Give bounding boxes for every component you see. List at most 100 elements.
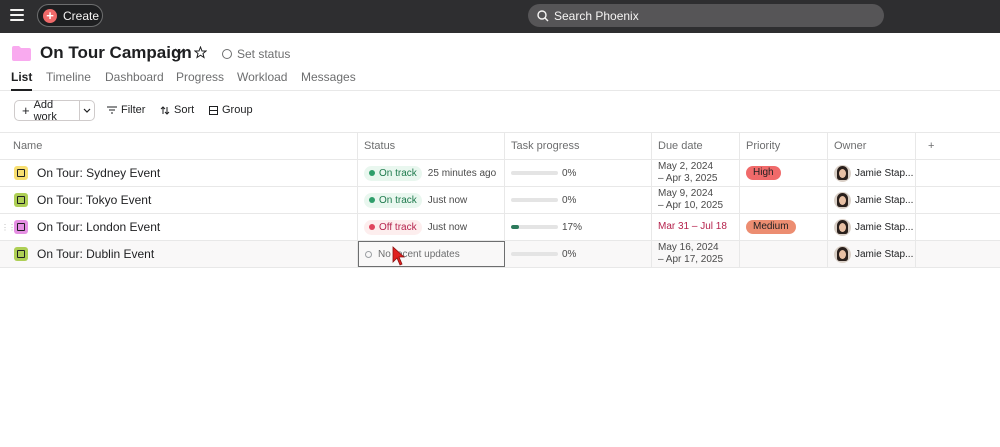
task-table: Name Status Task progress Due date Prior… (0, 132, 1000, 268)
task-name[interactable]: On Tour: London Event (37, 220, 160, 234)
add-column-button[interactable]: + (916, 133, 1000, 159)
task-name[interactable]: On Tour: Sydney Event (37, 166, 160, 180)
due-date-cell[interactable]: May 2, 2024– Apr 3, 2025 (652, 160, 740, 186)
progress-percent: 0% (562, 248, 577, 260)
sort-icon (160, 105, 170, 115)
progress-bar (511, 225, 558, 229)
star-icon[interactable] (194, 46, 207, 59)
set-status-button[interactable]: Set status (222, 47, 290, 61)
project-icon (14, 193, 28, 207)
chevron-down-icon[interactable] (174, 48, 185, 55)
status-none: No recent updates (365, 249, 460, 260)
add-work-button[interactable]: + Add work (15, 98, 79, 123)
search-icon (537, 9, 549, 21)
owner-cell[interactable]: Jamie Stap... (828, 214, 916, 240)
tab-list[interactable]: List (11, 70, 33, 91)
add-work-dropdown-button[interactable] (79, 101, 94, 120)
priority-cell[interactable]: High (740, 160, 828, 186)
column-header-status[interactable]: Status (358, 133, 505, 159)
task-name-cell[interactable]: On Tour: Tokyo Event (0, 187, 358, 213)
status-cell[interactable]: On track Just now (358, 187, 505, 213)
column-header-priority[interactable]: Priority (740, 133, 828, 159)
avatar (834, 191, 851, 209)
filter-button[interactable]: Filter (107, 104, 145, 116)
page-title: On Tour Campaign (40, 43, 192, 62)
sort-label: Sort (174, 104, 195, 116)
due-date-cell[interactable]: May 9, 2024– Apr 10, 2025 (652, 187, 740, 213)
mouse-cursor-icon (392, 246, 406, 266)
status-label: On track (379, 194, 417, 206)
due-date: May 16, 2024– Apr 17, 2025 (658, 242, 723, 266)
task-progress-cell[interactable]: 17% (505, 214, 652, 240)
column-header-name[interactable]: Name (0, 133, 358, 159)
tab-workload[interactable]: Workload (237, 70, 287, 84)
column-header-task-progress[interactable]: Task progress (505, 133, 652, 159)
progress-percent: 0% (562, 194, 577, 206)
task-name-cell[interactable]: On Tour: Sydney Event (0, 160, 358, 186)
priority-cell[interactable] (740, 187, 828, 213)
due-date-cell[interactable]: May 16, 2024– Apr 17, 2025 (652, 241, 740, 267)
project-tabs: List Timeline Dashboard Progress Workloa… (0, 70, 1000, 91)
due-date-line: – Apr 3, 2025 (658, 173, 718, 184)
column-header-owner[interactable]: Owner (828, 133, 916, 159)
table-row[interactable]: On Tour: Sydney Event On track 25 minutes … (0, 160, 1000, 187)
task-progress-cell[interactable]: 0% (505, 187, 652, 213)
status-label: No recent updates (378, 248, 460, 260)
owner-cell[interactable]: Jamie Stap... (828, 241, 916, 267)
status-dot-icon (369, 224, 375, 230)
due-date-line: May 9, 2024 (658, 188, 714, 199)
owner-cell[interactable]: Jamie Stap... (828, 160, 916, 186)
due-date: Mar 31 – Jul 18 (658, 221, 727, 233)
filter-icon (107, 106, 117, 114)
table-header: Name Status Task progress Due date Prior… (0, 132, 1000, 160)
filter-label: Filter (121, 104, 146, 116)
task-progress-cell[interactable]: 0% (505, 160, 652, 186)
project-icon (14, 220, 28, 234)
tab-dashboard[interactable]: Dashboard (105, 70, 164, 84)
due-date: May 2, 2024– Apr 3, 2025 (658, 161, 718, 185)
table-row[interactable]: On Tour: Tokyo Event On track Just now 0% Ma… (0, 187, 1000, 214)
priority-cell[interactable] (740, 241, 828, 267)
status-cell[interactable]: No recent updates (358, 241, 505, 267)
menu-icon[interactable] (10, 9, 24, 23)
task-name-cell[interactable]: On Tour: Dublin Event (0, 241, 358, 267)
priority-cell[interactable]: Medium (740, 214, 828, 240)
tab-progress[interactable]: Progress (176, 70, 224, 84)
priority-badge: High (746, 166, 781, 180)
tab-timeline[interactable]: Timeline (46, 70, 91, 84)
empty-cell (916, 241, 1000, 267)
tab-messages[interactable]: Messages (301, 70, 356, 84)
status-cell[interactable]: On track 25 minutes ago (358, 160, 505, 186)
top-bar: + Create Search Phoenix (0, 0, 1000, 33)
status-label: Off track (379, 221, 417, 233)
due-date-line: May 16, 2024 (658, 242, 719, 253)
search-input[interactable]: Search Phoenix (528, 4, 884, 27)
status-updated-time: Just now (427, 221, 468, 233)
create-button[interactable]: + Create (37, 4, 103, 27)
set-status-label: Set status (237, 47, 291, 61)
progress-bar (511, 198, 558, 202)
table-row[interactable]: On Tour: Dublin Event No recent updates 0%… (0, 241, 1000, 268)
task-name[interactable]: On Tour: Tokyo Event (37, 193, 151, 207)
progress-bar (511, 171, 558, 175)
status-badge: On track (364, 165, 422, 181)
task-progress-cell[interactable]: 0% (505, 241, 652, 267)
task-name[interactable]: On Tour: Dublin Event (37, 247, 154, 261)
status-cell[interactable]: Off track Just now (358, 214, 505, 240)
status-updated-time: Just now (427, 194, 468, 206)
table-row[interactable]: ⋮⋮ On Tour: London Event Off track Just now… (0, 214, 1000, 241)
add-work-label: Add work (33, 98, 57, 123)
column-header-due-date[interactable]: Due date (652, 133, 740, 159)
task-name-cell[interactable]: On Tour: London Event (0, 214, 358, 240)
status-badge: On track (364, 192, 422, 208)
owner-name: Jamie Stap... (855, 221, 914, 233)
due-date-cell[interactable]: Mar 31 – Jul 18 (652, 214, 740, 240)
sort-button[interactable]: Sort (160, 104, 194, 116)
due-date-line: – Apr 17, 2025 (658, 254, 724, 265)
priority-badge: Medium (746, 220, 796, 234)
owner-name: Jamie Stap... (855, 167, 914, 179)
project-icon (14, 166, 28, 180)
create-label: Create (63, 8, 100, 23)
group-button[interactable]: Group (209, 104, 253, 116)
owner-cell[interactable]: Jamie Stap... (828, 187, 916, 213)
